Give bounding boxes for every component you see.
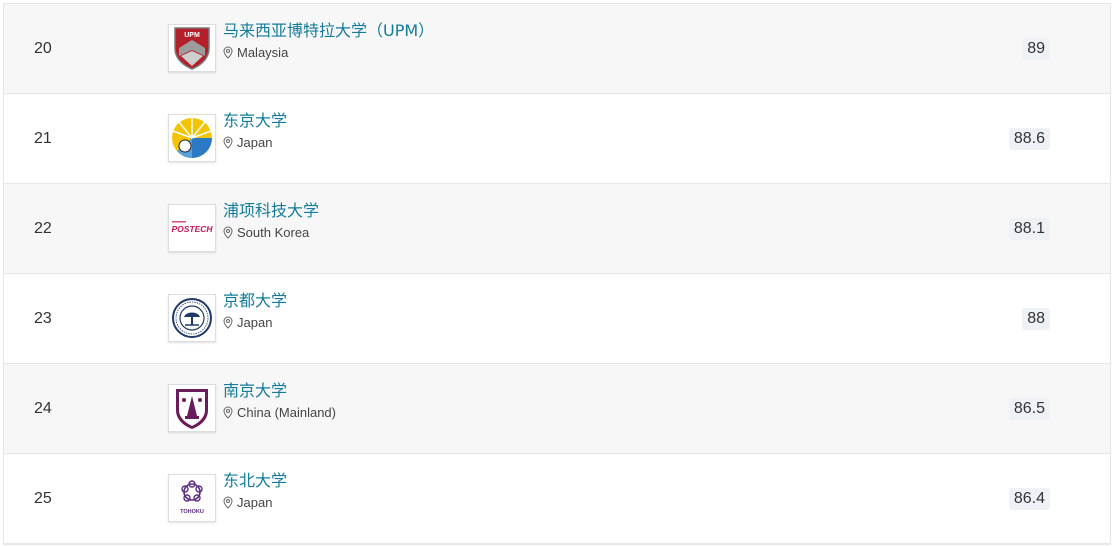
score-badge: 88 [1022, 308, 1050, 330]
svg-text:POSTECH: POSTECH [171, 224, 213, 234]
location: Malaysia [223, 45, 288, 60]
score-badge: 88.6 [1008, 128, 1050, 150]
university-logo[interactable]: POSTECH [168, 204, 216, 252]
score-badge: 86.5 [1008, 398, 1050, 420]
upm-logo-icon: UPM [174, 27, 210, 70]
rank-number: 25 [34, 489, 52, 507]
rank-number: 24 [34, 399, 52, 417]
table-row: 20 UPM 马来西亚博特拉大学（UPM） Malaysia 89 [4, 3, 1110, 94]
university-name-link[interactable]: 京都大学 [223, 287, 287, 311]
university-logo[interactable] [168, 114, 216, 162]
location-label: Japan [237, 495, 273, 510]
table-row: 23 京都大学 Japan 88 [4, 274, 1110, 364]
location-pin-icon [223, 136, 233, 149]
location-label: South Korea [237, 225, 310, 240]
rank-number: 23 [34, 309, 52, 327]
location-pin-icon [223, 496, 233, 509]
kyoto-seal-logo-icon [172, 298, 212, 338]
postech-logo-icon: POSTECH [171, 221, 213, 234]
university-name-link[interactable]: 东北大学 [223, 467, 287, 491]
ranking-table: 20 UPM 马来西亚博特拉大学（UPM） Malaysia 89 21 东京大… [3, 3, 1111, 545]
location: Japan [223, 315, 272, 330]
location: Japan [223, 135, 272, 150]
university-name-link[interactable]: 东京大学 [223, 107, 287, 131]
score-badge: 88.1 [1008, 218, 1050, 240]
rank-number: 21 [34, 129, 52, 147]
rank-number: 22 [34, 219, 52, 237]
table-row: 24 南京大学 China (Mainland) 86.5 [4, 364, 1110, 454]
tohoku-logo-icon: TOHOKU [180, 480, 204, 515]
table-row: 25 TOHOKU 东北大学 Japan 86.4 [4, 454, 1110, 544]
location-label: Japan [237, 315, 273, 330]
location-pin-icon [223, 316, 233, 329]
university-name-link[interactable]: 南京大学 [223, 377, 287, 401]
university-logo[interactable]: TOHOKU [168, 474, 216, 522]
score-badge: 86.4 [1008, 488, 1050, 510]
svg-text:TOHOKU: TOHOKU [180, 509, 204, 515]
nanjing-shield-logo-icon [176, 389, 208, 429]
location: Japan [223, 495, 272, 510]
university-logo[interactable] [168, 294, 216, 342]
table-row: 22 POSTECH 浦项科技大学 South Korea 88.1 [4, 184, 1110, 274]
location: South Korea [223, 225, 309, 240]
svg-text:UPM: UPM [184, 32, 200, 39]
location-pin-icon [223, 46, 233, 59]
university-logo[interactable] [168, 384, 216, 432]
location-label: Japan [237, 135, 273, 150]
university-name-link[interactable]: 马来西亚博特拉大学（UPM） [223, 17, 434, 41]
location-label: Malaysia [237, 45, 289, 60]
location: China (Mainland) [223, 405, 336, 420]
rank-number: 20 [34, 39, 52, 57]
location-pin-icon [223, 406, 233, 419]
location-pin-icon [223, 226, 233, 239]
ginkgo-leaf-logo-icon [172, 118, 212, 158]
table-row: 21 东京大学 Japan 88.6 [4, 94, 1110, 184]
university-logo[interactable]: UPM [168, 24, 216, 72]
score-badge: 89 [1022, 38, 1050, 60]
location-label: China (Mainland) [237, 405, 336, 420]
university-name-link[interactable]: 浦项科技大学 [223, 197, 319, 221]
